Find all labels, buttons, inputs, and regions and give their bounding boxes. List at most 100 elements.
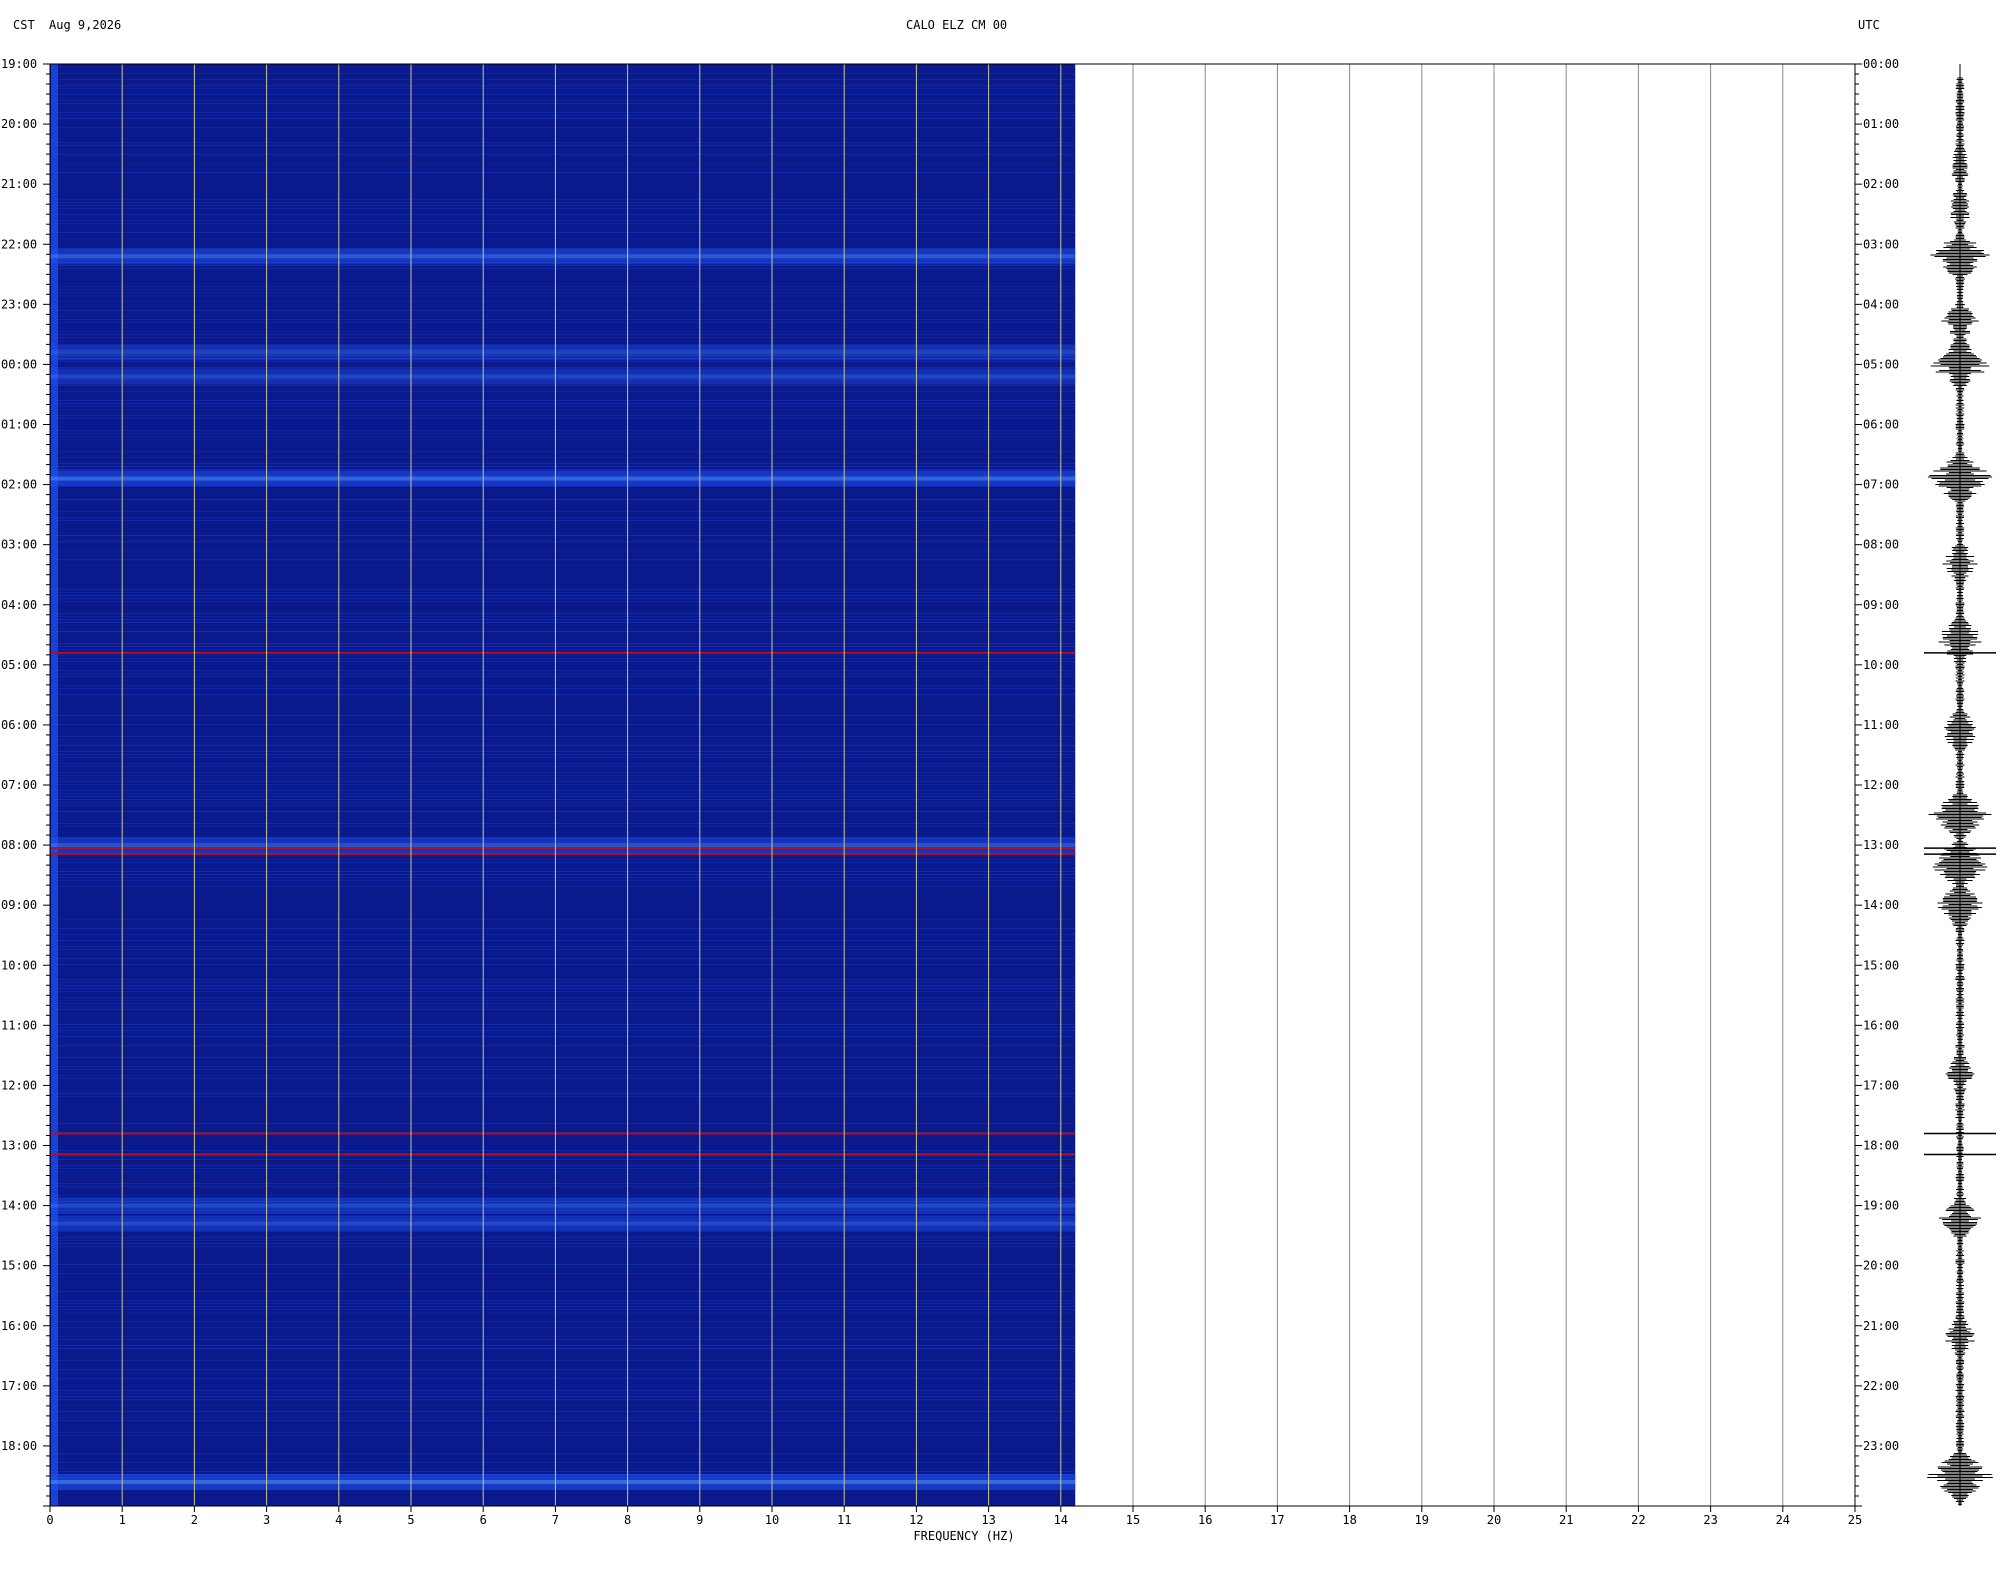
noise-row [50,1183,1076,1184]
noise-row [50,361,1076,362]
noise-row [50,1057,1076,1058]
noise-row [50,289,1076,290]
right-time-label: 20:00 [1863,1259,1899,1273]
right-time-label: 01:00 [1863,117,1899,131]
noise-row [50,334,1076,335]
noise-row [50,1321,1076,1322]
left-time-label: 22:00 [1,237,37,251]
noise-row [50,1066,1076,1067]
left-time-label: 13:00 [1,1139,37,1153]
noise-row [50,739,1076,740]
noise-row [50,1150,1076,1151]
noise-row [50,1393,1076,1394]
x-tick-label: 1 [119,1513,126,1527]
noise-row [50,163,1076,164]
left-time-label: 18:00 [1,1439,37,1453]
noise-row [50,1372,1076,1373]
event-line [50,847,1076,850]
noise-row [50,763,1076,764]
energy-band-core [50,1479,1076,1484]
noise-row [50,1195,1076,1196]
noise-row [50,1237,1076,1238]
noise-row [50,1093,1076,1094]
noise-row [50,733,1076,734]
noise-row [50,112,1076,113]
noise-row [50,85,1076,86]
noise-row [50,958,1076,959]
noise-row [50,1468,1076,1469]
left-time-label: 15:00 [1,1259,37,1273]
noise-row [50,1246,1076,1247]
noise-row [50,1168,1076,1169]
noise-row [50,1174,1076,1175]
noise-row [50,316,1076,317]
noise-row [50,880,1076,881]
noise-row [50,1078,1076,1079]
x-tick-label: 19 [1415,1513,1429,1527]
noise-row [50,868,1076,869]
left-time-label: 10:00 [1,958,37,972]
noise-row [50,463,1076,464]
noise-row [50,418,1076,419]
noise-row [50,511,1076,512]
noise-row [50,1303,1076,1304]
noise-row [50,172,1076,173]
noise-row [50,619,1076,620]
left-time-label: 00:00 [1,357,37,371]
noise-row [50,595,1076,596]
noise-row [50,622,1076,623]
noise-row [50,1348,1076,1349]
noise-row [50,1327,1076,1328]
x-tick-label: 24 [1776,1513,1790,1527]
left-time-label: 02:00 [1,478,37,492]
noise-row [50,499,1076,500]
noise-row [50,793,1076,794]
right-time-label: 05:00 [1863,357,1899,371]
left-time-label: 16:00 [1,1319,37,1333]
right-time-label: 23:00 [1863,1439,1899,1453]
x-tick-label: 18 [1342,1513,1356,1527]
noise-row [50,1165,1076,1166]
left-time-label: 04:00 [1,598,37,612]
energy-band-core [50,476,1076,481]
energy-band-core [50,1221,1076,1226]
x-tick-label: 2 [191,1513,198,1527]
noise-row [50,1336,1076,1337]
noise-row [50,1267,1076,1268]
noise-row [50,766,1076,767]
noise-row [50,292,1076,293]
right-time-label: 08:00 [1863,538,1899,552]
noise-row [50,1345,1076,1346]
noise-row [50,991,1076,992]
noise-row [50,826,1076,827]
event-line [50,651,1076,654]
noise-row [50,1339,1076,1340]
noise-row [50,202,1076,203]
noise-row [50,757,1076,758]
right-time-label: 11:00 [1863,718,1899,732]
noise-row [50,781,1076,782]
energy-band-core [50,350,1076,355]
noise-row [50,778,1076,779]
noise-row [50,655,1076,656]
noise-row [50,1471,1076,1472]
noise-row [50,775,1076,776]
noise-row [50,415,1076,416]
x-tick-label: 9 [696,1513,703,1527]
noise-row [50,295,1076,296]
noise-row [50,103,1076,104]
noise-row [50,724,1076,725]
noise-row [50,1369,1076,1370]
x-tick-label: 7 [552,1513,559,1527]
noise-row [50,232,1076,233]
right-time-label: 03:00 [1863,237,1899,251]
noise-row [50,550,1076,551]
noise-row [50,466,1076,467]
noise-row [50,802,1076,803]
noise-row [50,946,1076,947]
noise-row [50,688,1076,689]
noise-row [50,1432,1076,1433]
energy-band-core [50,374,1076,379]
left-time-label: 19:00 [1,57,37,71]
seismic-trace [1924,64,1996,1506]
